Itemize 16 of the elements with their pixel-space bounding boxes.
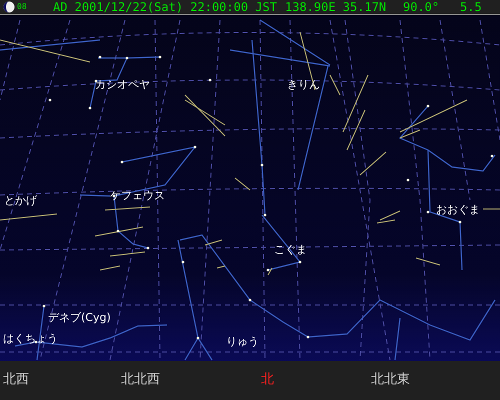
constellation-label: カシオペヤ <box>95 79 150 90</box>
moon-age: 08 <box>17 3 28 11</box>
horizon-direction-label: 北 <box>261 372 274 387</box>
constellation-label: おおぐま <box>436 204 480 215</box>
direction-readout: 90.0° <box>403 1 440 13</box>
magnitude-readout: 5.5 <box>460 1 482 13</box>
horizon-direction-label: 北北西 <box>121 372 160 387</box>
datetime-readout: AD 2001/12/22(Sat) 22:00:00 JST <box>53 1 278 13</box>
constellation-label: りゅう <box>226 336 259 347</box>
constellation-label: とかげ <box>4 195 37 206</box>
horizon-direction-label: 北北東 <box>371 372 410 387</box>
constellation-label: はくちょう <box>3 333 58 344</box>
location-readout: 138.90E 35.17N <box>285 1 388 13</box>
moon-phase-icon <box>3 1 15 13</box>
horizon-direction-label: 北西 <box>3 372 29 387</box>
constellation-label: デネブ(Cyg) <box>48 312 111 323</box>
